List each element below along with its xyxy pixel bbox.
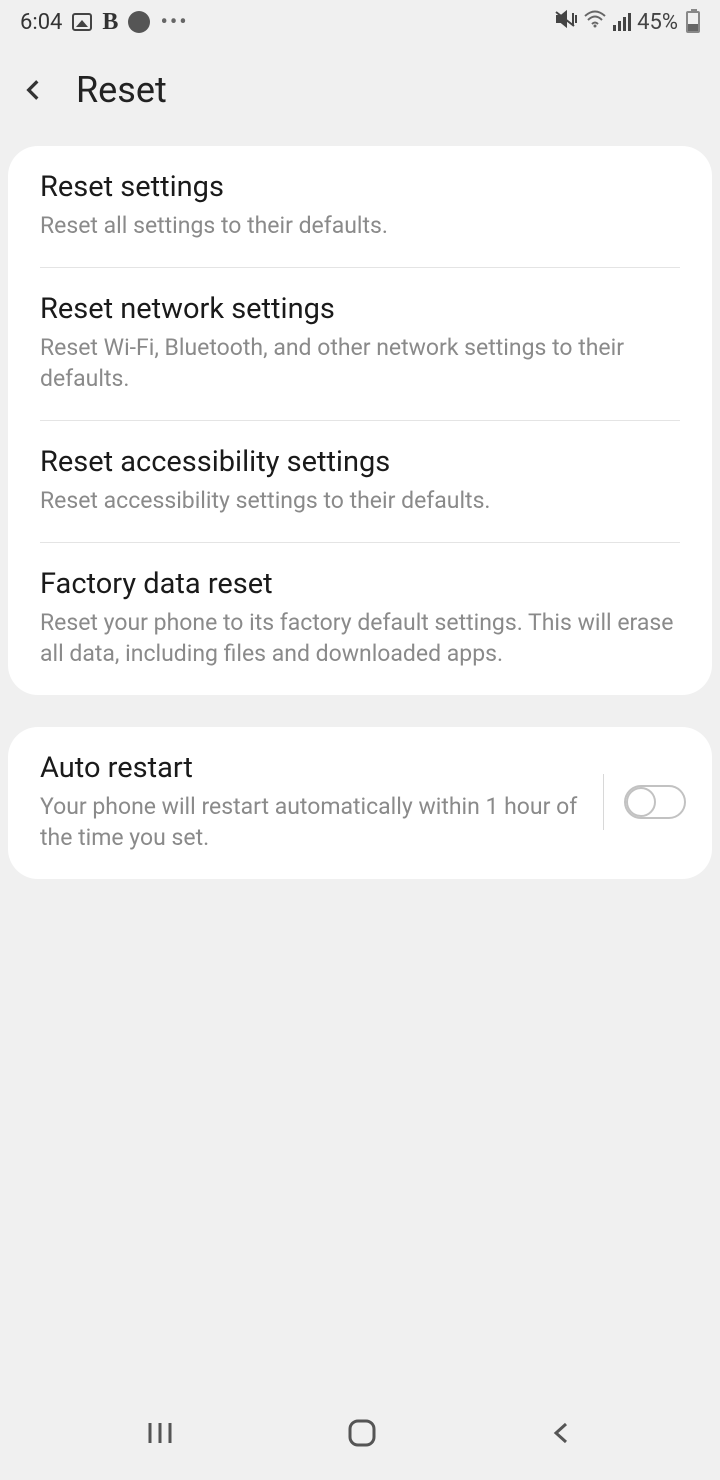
page-title: Reset bbox=[76, 69, 167, 111]
more-dots-icon: ••• bbox=[160, 10, 188, 35]
app-header: Reset bbox=[0, 44, 720, 146]
signal-icon bbox=[613, 13, 631, 31]
status-time: 6:04 bbox=[20, 10, 62, 35]
factory-reset-item[interactable]: Factory data reset Reset your phone to i… bbox=[8, 543, 712, 695]
navigation-bar bbox=[0, 1400, 720, 1480]
app-dot-icon bbox=[128, 11, 150, 33]
item-title: Auto restart bbox=[40, 751, 587, 785]
mute-vibrate-icon bbox=[555, 9, 577, 35]
auto-restart-card: Auto restart Your phone will restart aut… bbox=[8, 727, 712, 879]
status-right: 45% bbox=[555, 9, 700, 35]
status-left: 6:04 B ••• bbox=[20, 9, 189, 36]
item-desc: Reset all settings to their defaults. bbox=[40, 210, 680, 241]
back-nav-button[interactable] bbox=[548, 1419, 576, 1451]
reset-settings-item[interactable]: Reset settings Reset all settings to the… bbox=[8, 146, 712, 267]
picture-icon bbox=[72, 13, 92, 31]
item-title: Factory data reset bbox=[40, 567, 680, 601]
reset-options-card: Reset settings Reset all settings to the… bbox=[8, 146, 712, 695]
item-title: Reset network settings bbox=[40, 292, 680, 326]
recents-button[interactable] bbox=[144, 1419, 176, 1451]
item-title: Reset settings bbox=[40, 170, 680, 204]
bold-b-icon: B bbox=[102, 9, 118, 36]
battery-icon bbox=[686, 11, 700, 33]
item-desc: Your phone will restart automatically wi… bbox=[40, 791, 587, 853]
battery-percent: 45% bbox=[637, 10, 678, 35]
status-bar: 6:04 B ••• 45% bbox=[0, 0, 720, 44]
wifi-icon bbox=[583, 9, 607, 35]
back-button[interactable] bbox=[20, 77, 46, 103]
auto-restart-item[interactable]: Auto restart Your phone will restart aut… bbox=[8, 727, 712, 879]
auto-restart-toggle[interactable] bbox=[624, 785, 686, 819]
item-desc: Reset your phone to its factory default … bbox=[40, 607, 680, 669]
toggle-separator bbox=[603, 774, 604, 830]
item-desc: Reset Wi-Fi, Bluetooth, and other networ… bbox=[40, 332, 680, 394]
home-button[interactable] bbox=[345, 1416, 379, 1454]
item-title: Reset accessibility settings bbox=[40, 445, 680, 479]
reset-accessibility-item[interactable]: Reset accessibility settings Reset acces… bbox=[8, 421, 712, 542]
toggle-knob bbox=[626, 787, 656, 817]
item-desc: Reset accessibility settings to their de… bbox=[40, 485, 680, 516]
reset-network-item[interactable]: Reset network settings Reset Wi-Fi, Blue… bbox=[8, 268, 712, 420]
auto-restart-text: Auto restart Your phone will restart aut… bbox=[40, 751, 603, 853]
